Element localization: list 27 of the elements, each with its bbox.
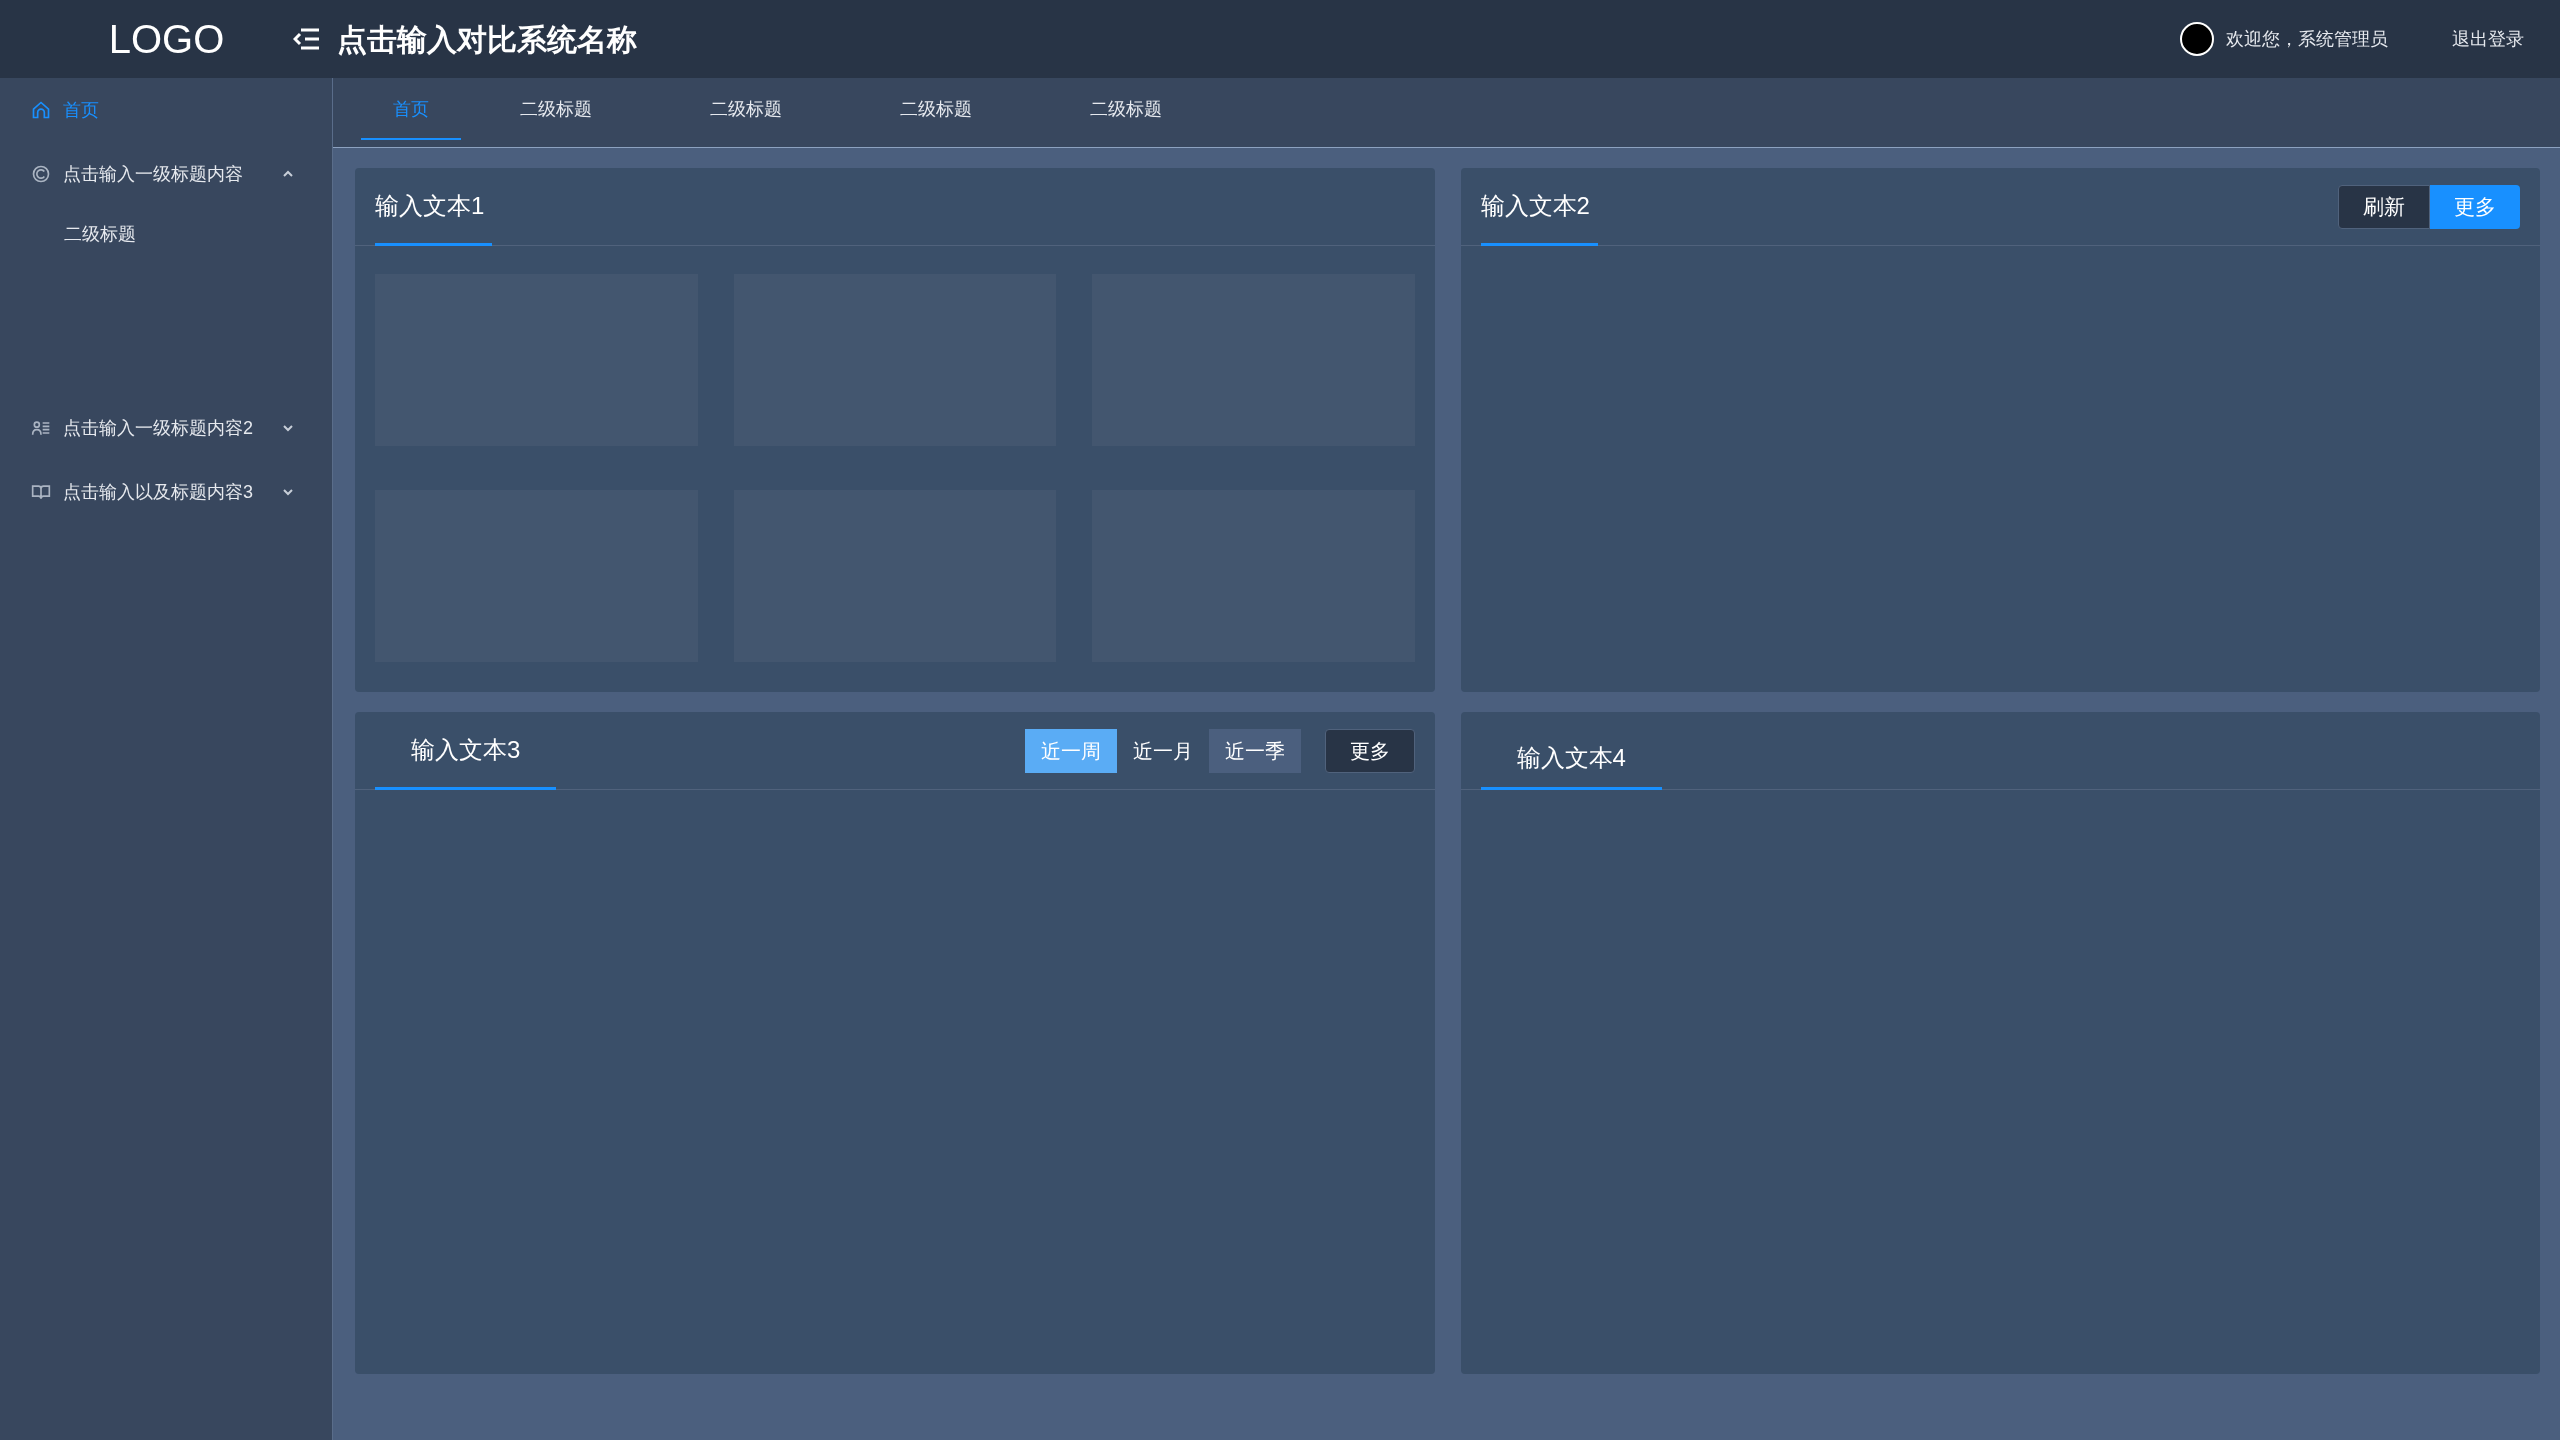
sidebar-item[interactable]: 点击输入一级标题内容 (0, 142, 332, 206)
book-icon (31, 482, 51, 502)
panel-title: 输入文本1 (375, 190, 485, 221)
chevron-down-icon (282, 486, 294, 498)
panel-title: 输入文本2 (1480, 190, 1590, 221)
page-tab[interactable]: 二级标题 (676, 80, 816, 140)
menu-fold-icon[interactable] (293, 27, 321, 51)
more-button[interactable]: 更多 (1324, 728, 1415, 773)
home-icon (31, 100, 51, 120)
system-title: 点击输入对比系统名称 (337, 21, 637, 58)
sidebar-item[interactable]: 点击输入以及标题内容3 (0, 460, 332, 524)
panel-title: 输入文本3 (411, 734, 521, 765)
page-tab[interactable]: 二级标题 (486, 80, 626, 140)
logout-link[interactable]: 退出登录 (2452, 25, 2524, 53)
page-tab[interactable]: 二级标题 (1056, 80, 1196, 140)
panel-button[interactable]: 刷新 (2338, 184, 2430, 229)
logo: LOGO (108, 16, 225, 63)
user-list-icon (31, 418, 51, 438)
sidebar-subitem[interactable]: 二级标题 (0, 206, 332, 262)
period-tab[interactable]: 近一月 (1116, 728, 1209, 773)
welcome-text: 欢迎您，系统管理员 (2226, 27, 2388, 51)
period-tab[interactable]: 近一季 (1208, 728, 1301, 773)
chevron-down-icon (282, 422, 294, 434)
sidebar-item[interactable]: 点击输入一级标题内容2 (0, 396, 332, 460)
panel-title: 输入文本4 (1516, 742, 1626, 773)
avatar[interactable] (2180, 22, 2214, 56)
page-tab[interactable]: 二级标题 (866, 80, 1006, 140)
